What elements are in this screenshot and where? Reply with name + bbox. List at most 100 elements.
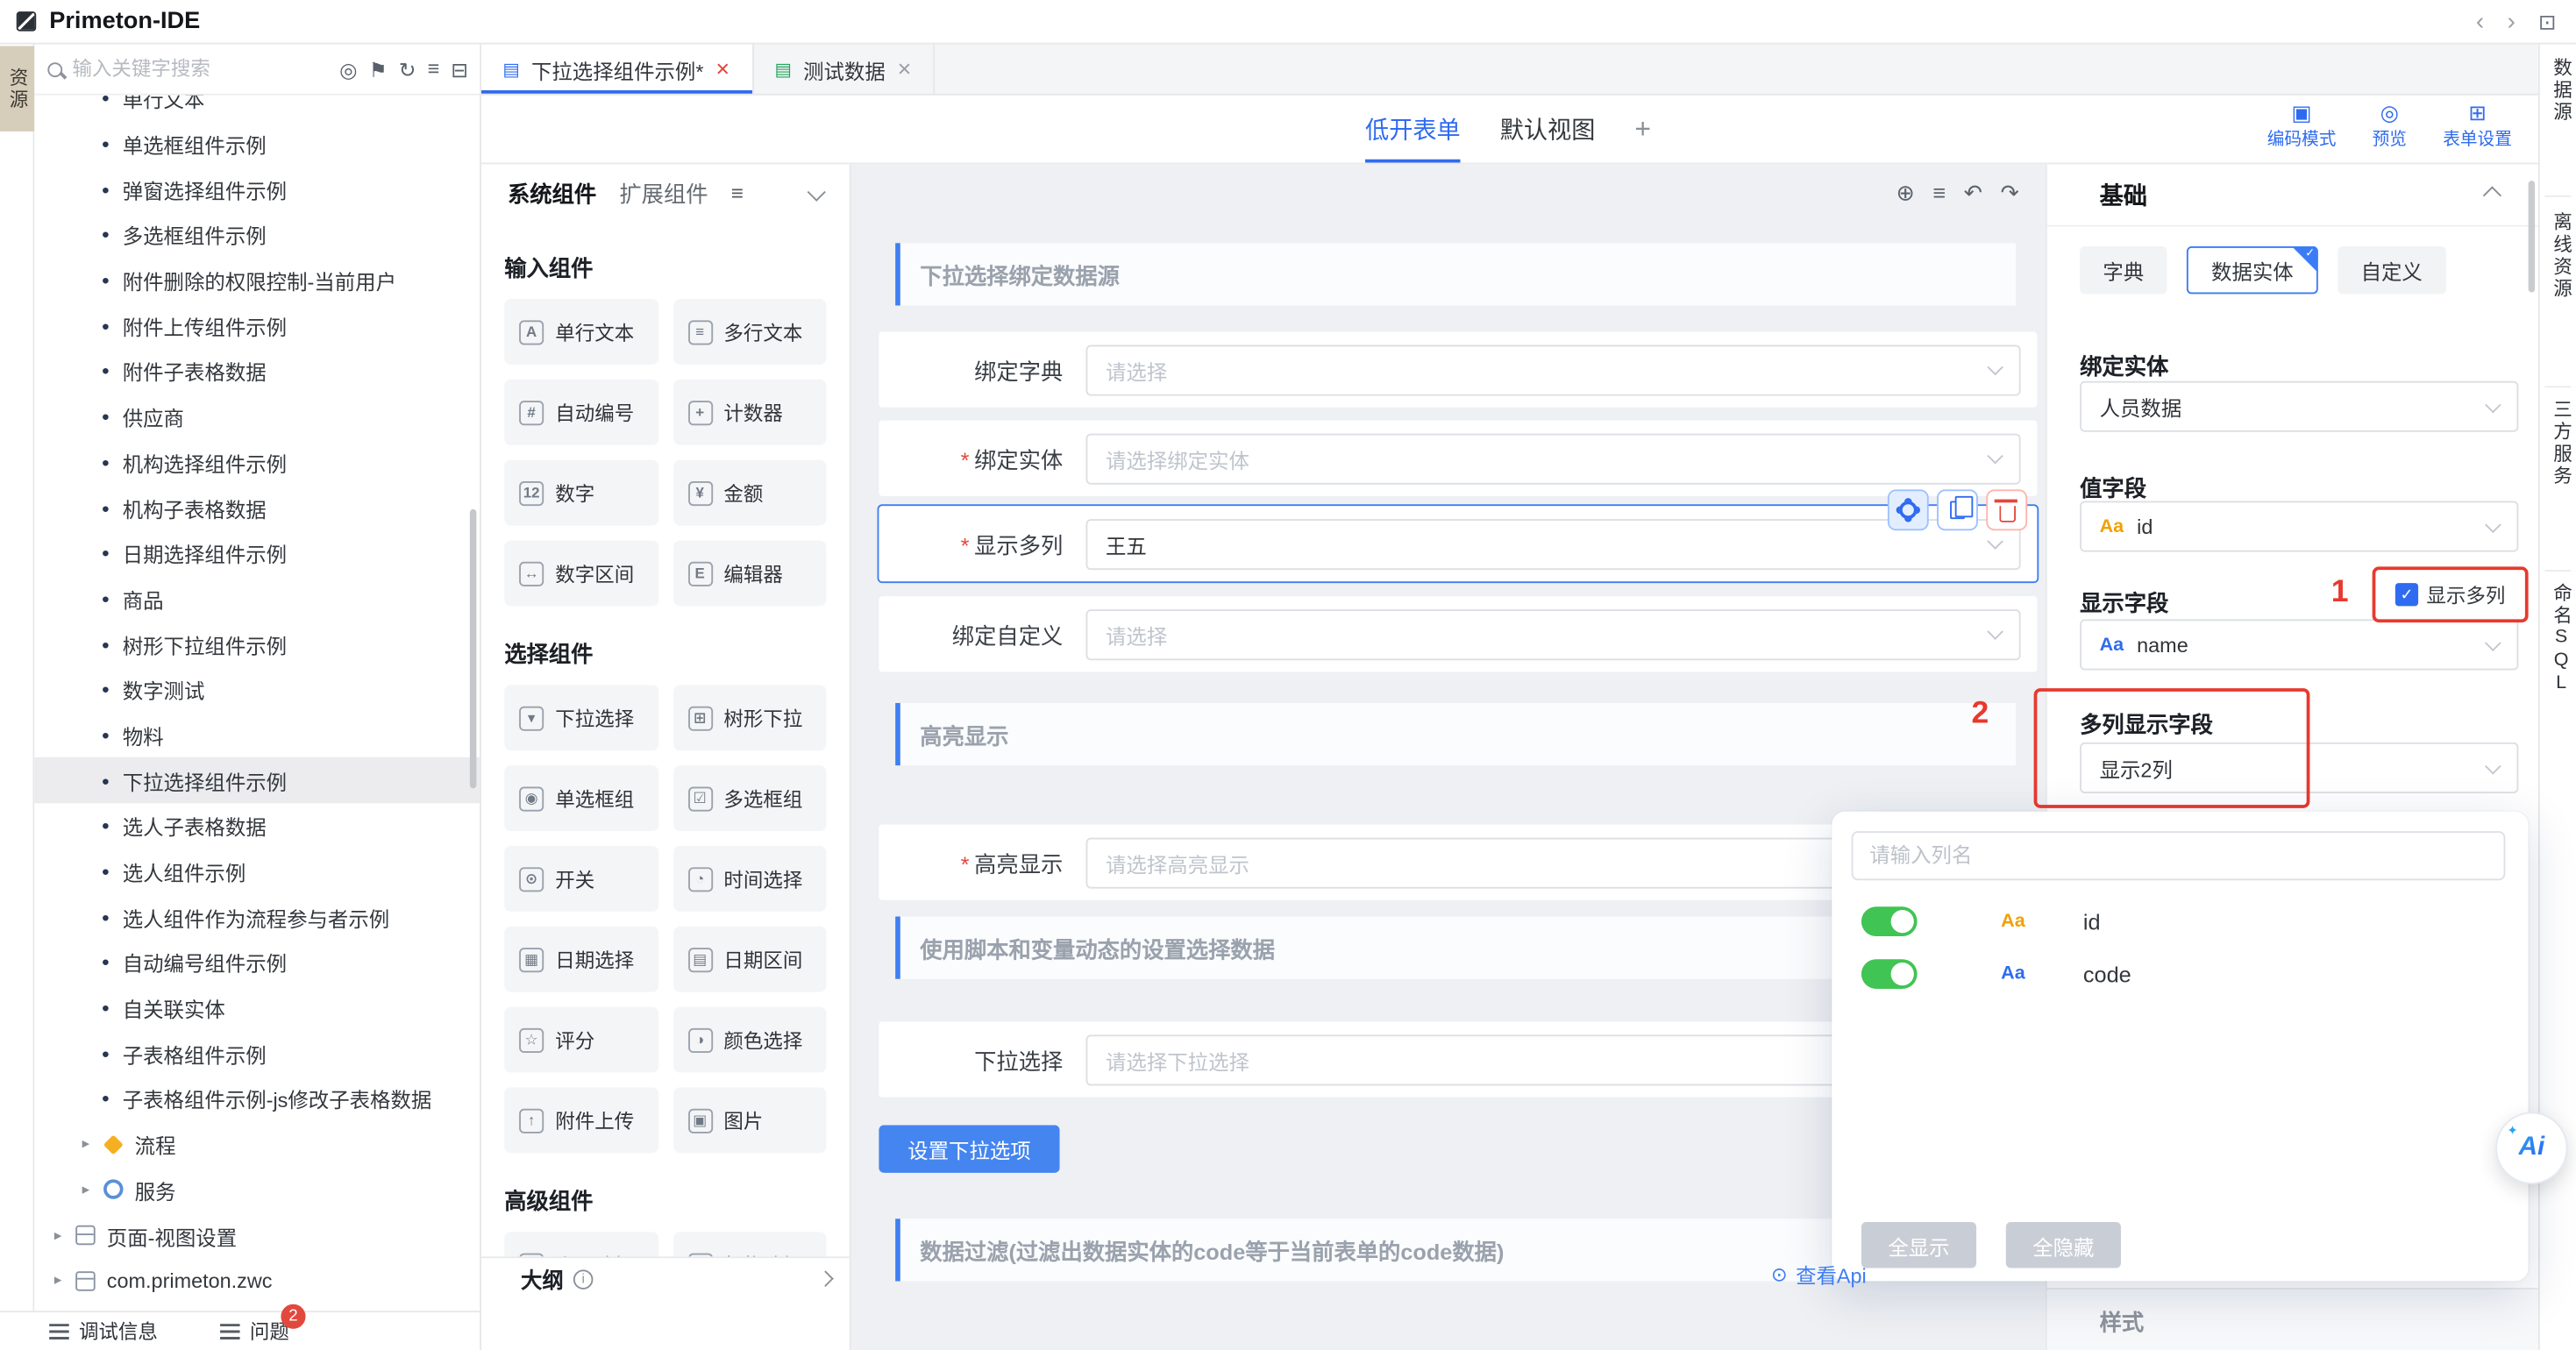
palette-item[interactable]: ⊞树形下拉 [672, 685, 826, 750]
tree-item-selected[interactable]: •下拉选择组件示例 [34, 757, 481, 803]
tree-item[interactable]: •自关联实体 [34, 985, 481, 1031]
tree-item[interactable]: •附件上传组件示例 [34, 303, 481, 349]
tree-node-page-view[interactable]: ▸页面-视图设置 [34, 1212, 481, 1258]
palette-item[interactable]: ◔时间选择 [672, 846, 826, 912]
palette-item[interactable]: ↑附件上传 [504, 1087, 658, 1153]
view-api-link[interactable]: ⊙ 查看Api [1771, 1258, 1867, 1290]
tree-item[interactable]: •供应商 [34, 394, 481, 439]
locate-icon[interactable]: ◎ [339, 57, 357, 82]
field-settings-button[interactable] [1888, 489, 1929, 530]
debug-info-button[interactable]: 调试信息 [49, 1318, 158, 1346]
field-bind-dictionary[interactable]: 绑定字典 请选择 [879, 331, 2037, 407]
tree-node-package[interactable]: ▸com.primeton.zwc [34, 1258, 481, 1304]
tab-extension-components[interactable]: 扩展组件 [619, 175, 708, 208]
show-all-button[interactable]: 全显示 [1861, 1222, 1976, 1268]
palette-item[interactable]: ◉单选框组 [504, 765, 658, 831]
nav-forward-icon[interactable]: › [2507, 8, 2515, 36]
editor-tab-active[interactable]: ▤ 下拉选择组件示例* ✕ [481, 45, 753, 94]
problems-button[interactable]: 问题 [220, 1318, 289, 1346]
tree-item[interactable]: •多选框组件示例 [34, 212, 481, 258]
tree-item[interactable]: •树形下拉组件示例 [34, 622, 481, 667]
segment-custom[interactable]: 自定义 [2338, 246, 2445, 294]
code-mode-button[interactable]: ▣ 编码模式 [2267, 102, 2337, 151]
ai-assistant-button[interactable]: Ai [2495, 1112, 2567, 1183]
field-display-multicolumn-selected[interactable]: *显示多列 王五 [879, 506, 2037, 581]
rail-tab-thirdparty-services[interactable]: 三方服务 [2548, 399, 2574, 487]
tree-item[interactable]: •机构子表格数据 [34, 485, 481, 530]
tree-item[interactable]: •单选框组件示例 [34, 121, 481, 167]
view-tab-default-view[interactable]: 默认视图 [1500, 96, 1596, 163]
tree-item[interactable]: •数字测试 [34, 667, 481, 713]
close-tab-icon[interactable]: ✕ [897, 59, 912, 80]
copy-field-button[interactable] [1937, 489, 1978, 530]
palette-menu-icon[interactable]: ≡ [731, 180, 744, 204]
redo-icon[interactable]: ↷ [2001, 181, 2019, 207]
field-bind-entity[interactable]: *绑定实体 请选择绑定实体 [879, 421, 2037, 496]
rail-tab-named-sql[interactable]: 命名SQL [2548, 583, 2574, 696]
form-settings-button[interactable]: ⊞ 表单设置 [2443, 102, 2512, 151]
palette-item[interactable]: ▣图片 [672, 1087, 826, 1153]
tree-item[interactable]: •机构选择组件示例 [34, 439, 481, 485]
bind-dictionary-select[interactable]: 请选择 [1086, 345, 2021, 395]
tree-item[interactable]: •附件删除的权限控制-当前用户 [34, 258, 481, 303]
tab-system-components[interactable]: 系统组件 [508, 175, 596, 208]
tree-item[interactable]: •物料 [34, 712, 481, 757]
display-field-select[interactable]: Aa name [2080, 619, 2518, 670]
close-tab-icon[interactable]: ✕ [715, 59, 730, 80]
tree-node-service[interactable]: ▸服务 [34, 1167, 481, 1212]
palette-collapse-icon[interactable] [808, 183, 826, 202]
expand-arrow-icon[interactable]: ▸ [54, 1272, 69, 1290]
multicolumn-select[interactable]: 显示2列 [2080, 742, 2518, 793]
display-multicolumn-checkbox[interactable]: ✓ [2395, 583, 2418, 606]
basic-section-header[interactable]: 基础 [2047, 164, 2538, 226]
rail-tab-offline-resources[interactable]: 离线资源 [2548, 212, 2574, 301]
toggle-on-switch[interactable] [1861, 906, 1918, 936]
display-multicolumn-select[interactable]: 王五 [1086, 518, 2021, 569]
preview-button[interactable]: ◎ 预览 [2373, 102, 2407, 151]
palette-item[interactable]: ▾下拉选择 [504, 685, 658, 750]
palette-item[interactable]: ⊙开关 [504, 846, 658, 912]
toggle-on-switch[interactable] [1861, 959, 1918, 989]
tree-item[interactable]: •自动编号组件示例 [34, 940, 481, 985]
field-bind-custom[interactable]: 绑定自定义 请选择 [879, 596, 2037, 671]
palette-item[interactable]: ☆评分 [504, 1007, 658, 1073]
outline-bar[interactable]: 大纲 i [481, 1258, 851, 1299]
segment-data-entity-selected[interactable]: 数据实体 [2187, 246, 2318, 294]
tree-item[interactable]: •附件子表格数据 [34, 348, 481, 394]
column-search-input[interactable] [1869, 844, 2487, 867]
search-input[interactable] [72, 58, 332, 81]
collapse-panel-icon[interactable]: ⊟ [451, 57, 468, 82]
resources-rail-tab[interactable]: 资源 [0, 46, 34, 131]
tree-node-process[interactable]: ▸流程 [34, 1121, 481, 1167]
palette-item[interactable]: ▦日期选择 [504, 927, 658, 992]
palette-item[interactable]: ◑颜色选择 [672, 1007, 826, 1073]
display-settings-icon[interactable]: ≡ [428, 57, 440, 82]
expand-arrow-icon[interactable]: ▸ [54, 1226, 69, 1245]
palette-item[interactable]: ☑多选框组 [672, 765, 826, 831]
delete-field-button[interactable] [1986, 489, 2027, 530]
tree-item[interactable]: •选人子表格数据 [34, 803, 481, 849]
palette-item[interactable]: 12数字 [504, 460, 658, 526]
palette-item[interactable]: A单行文本 [504, 299, 658, 365]
tree-item[interactable]: •日期选择组件示例 [34, 530, 481, 576]
segment-dictionary[interactable]: 字典 [2080, 246, 2167, 294]
tree-item[interactable]: •选人组件示例 [34, 849, 481, 894]
rail-tab-datasource[interactable]: 数据源 [2548, 58, 2574, 124]
palette-item[interactable]: ▤日期区间 [672, 927, 826, 992]
palette-item[interactable]: ¥金额 [672, 460, 826, 526]
globe-icon[interactable]: ⊕ [1896, 181, 1915, 207]
view-tab-lowcode-form[interactable]: 低开表单 [1365, 96, 1461, 163]
save-icon[interactable]: ⊡ [2538, 9, 2556, 35]
tree-item[interactable]: •弹窗选择组件示例 [34, 167, 481, 212]
sidebar-scrollbar[interactable] [470, 509, 476, 789]
bind-entity-select[interactable]: 请选择绑定实体 [1086, 433, 2021, 484]
nav-back-icon[interactable]: ‹ [2476, 8, 2484, 36]
milestone-icon[interactable]: ⚑ [369, 57, 388, 82]
value-field-select[interactable]: Aa id [2080, 501, 2518, 551]
palette-item[interactable]: #自动编号 [504, 380, 658, 445]
palette-item[interactable]: ↔数字区间 [504, 540, 658, 606]
collapse-section-icon[interactable] [2483, 185, 2501, 203]
editor-tab[interactable]: ▤ 测试数据 ✕ [753, 45, 935, 94]
tree-item[interactable]: •子表格组件示例 [34, 1031, 481, 1076]
expand-outline-icon[interactable] [817, 1270, 834, 1287]
